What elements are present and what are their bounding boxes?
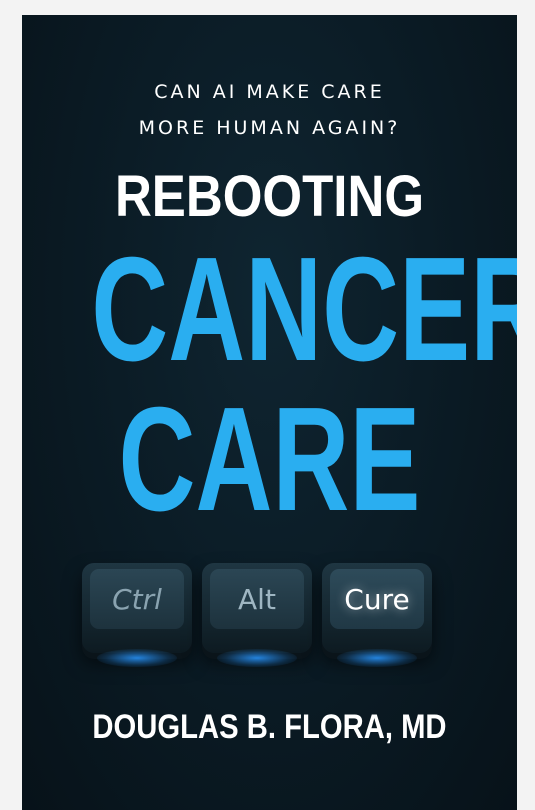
alt-key-label: Alt: [210, 569, 304, 629]
ctrl-key-glow: [97, 649, 177, 667]
cure-key: Cure: [322, 563, 432, 667]
keyboard-keys: Ctrl Alt Cure: [82, 563, 472, 693]
title-cancer: CANCER: [91, 227, 517, 392]
title-rebooting: REBOOTING: [114, 164, 425, 229]
tagline-line-2: MORE HUMAN AGAIN?: [138, 117, 401, 139]
ctrl-key: Ctrl: [82, 563, 192, 667]
book-cover: CAN AI MAKE CARE MORE HUMAN AGAIN? REBOO…: [22, 15, 517, 810]
ctrl-key-label: Ctrl: [90, 569, 184, 629]
author-name: DOUGLAS B. FLORA, MD: [92, 708, 447, 746]
alt-key: Alt: [202, 563, 312, 667]
title-care: CARE: [118, 377, 421, 542]
alt-key-glow: [217, 649, 297, 667]
page-frame: CAN AI MAKE CARE MORE HUMAN AGAIN? REBOO…: [0, 0, 535, 810]
tagline-line-1: CAN AI MAKE CARE: [154, 81, 385, 103]
cure-key-label: Cure: [330, 569, 424, 629]
cure-key-glow: [337, 649, 417, 667]
